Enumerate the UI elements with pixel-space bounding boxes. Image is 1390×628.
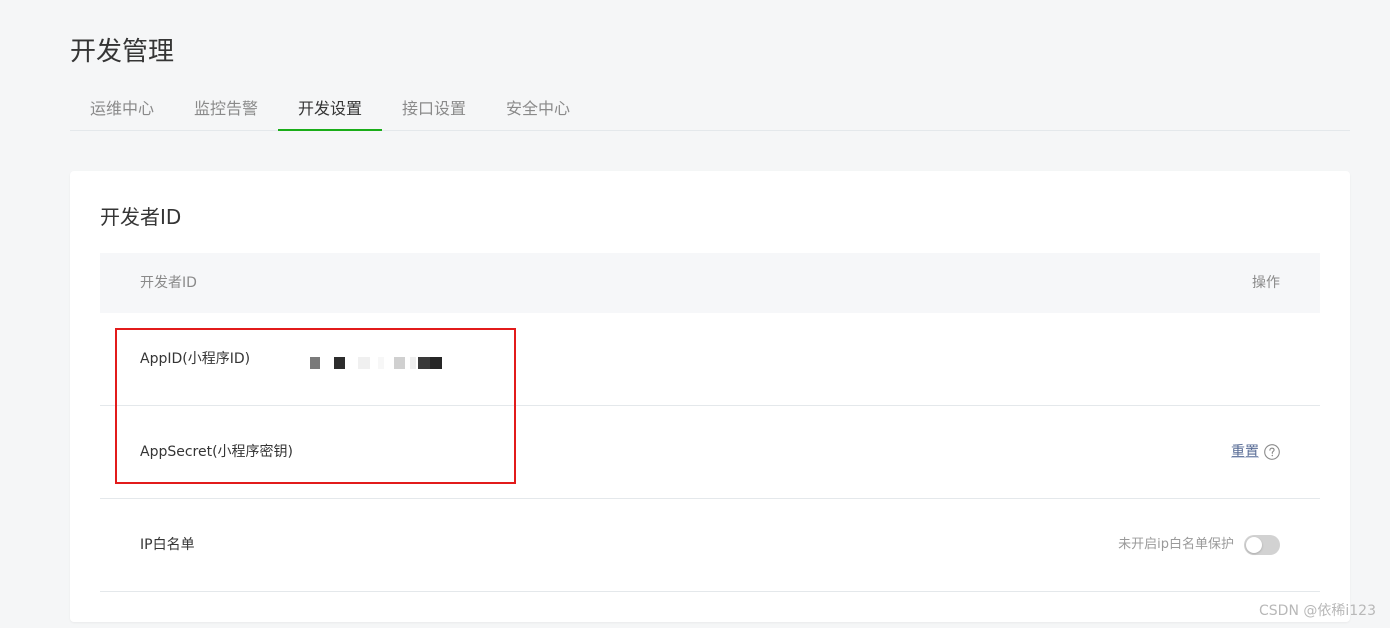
ip-whitelist-actions: 未开启ip白名单保护	[1118, 535, 1280, 555]
tab-monitoring-alerts[interactable]: 监控告警	[194, 88, 258, 130]
appid-redacted-value	[310, 357, 444, 369]
table-row-appid: AppID(小程序ID)	[100, 313, 1320, 406]
tab-dev-settings[interactable]: 开发设置	[278, 88, 382, 131]
appid-label: AppID(小程序ID)	[140, 351, 251, 367]
table-row-appsecret: AppSecret(小程序密钥) 重置	[100, 406, 1320, 499]
ip-whitelist-toggle[interactable]	[1244, 535, 1280, 555]
tab-security-center[interactable]: 安全中心	[506, 88, 570, 130]
section-title: 开发者ID	[100, 205, 182, 229]
watermark: CSDN @依稀i123	[1259, 603, 1376, 619]
reset-secret-link[interactable]: 重置	[1231, 442, 1259, 462]
tab-ops-center[interactable]: 运维中心	[90, 88, 154, 130]
ip-whitelist-status: 未开启ip白名单保护	[1118, 537, 1234, 552]
table-row-ip-whitelist: IP白名单 未开启ip白名单保护	[100, 499, 1320, 592]
tab-api-settings[interactable]: 接口设置	[402, 88, 466, 130]
ip-whitelist-label: IP白名单	[140, 537, 195, 553]
table-header: 开发者ID 操作	[100, 253, 1320, 313]
question-circle-icon[interactable]	[1264, 444, 1280, 460]
page-title: 开发管理	[70, 37, 175, 67]
appsecret-actions: 重置	[1231, 442, 1280, 462]
column-header-action: 操作	[1252, 275, 1280, 291]
appsecret-label: AppSecret(小程序密钥)	[140, 444, 294, 460]
toggle-knob	[1246, 537, 1262, 553]
column-header-developer-id: 开发者ID	[140, 275, 197, 291]
tab-bar: 运维中心 监控告警 开发设置 接口设置 安全中心	[70, 88, 1350, 131]
developer-id-card: 开发者ID 开发者ID 操作 AppID(小程序ID) AppSecret(小程…	[70, 171, 1350, 622]
